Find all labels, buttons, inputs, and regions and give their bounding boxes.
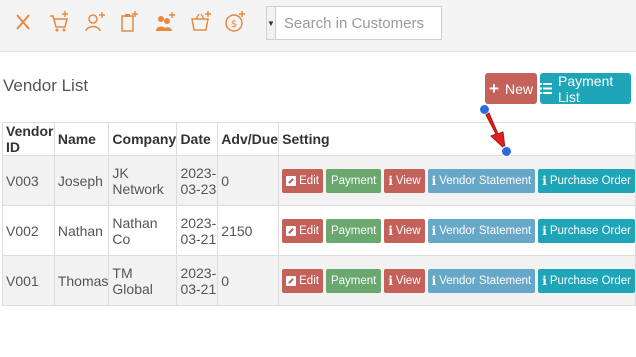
edit-icon — [286, 175, 297, 186]
vendor-statement-button[interactable]: i Vendor Statement — [427, 218, 536, 243]
purchase-order-button[interactable]: i Purchase Order — [538, 268, 635, 293]
vendor-statement-label: Vendor Statement — [439, 274, 532, 287]
view-label: View — [395, 274, 421, 287]
coin-add-icon[interactable]: $ — [224, 9, 246, 35]
search-dropdown[interactable]: ▼ — [267, 7, 276, 39]
search-input[interactable] — [275, 7, 483, 39]
clipboard-add-icon[interactable] — [118, 9, 140, 35]
close-icon[interactable] — [12, 9, 34, 35]
new-button[interactable]: + New — [485, 73, 537, 104]
search-box: ▼ — [266, 6, 483, 40]
purchase-order-label: Purchase Order — [549, 224, 631, 237]
vendor-table: Vendor ID Name Company Date Adv/Due Sett… — [2, 122, 636, 306]
cell-vendor-id: V003 — [2, 155, 55, 206]
plus-icon: + — [489, 79, 499, 98]
vendor-statement-label: Vendor Statement — [439, 224, 532, 237]
cell-setting: Edit Payment i View i Vendor Statement i Pu… — [278, 255, 636, 306]
group-add-icon[interactable] — [154, 9, 176, 35]
table-row: V002 Nathan Nathan Co 2023-03-21 2150 Ed… — [2, 205, 636, 256]
page-title: Vendor List — [3, 76, 89, 95]
col-vendor-id: Vendor ID — [2, 122, 55, 156]
col-company: Company — [108, 122, 178, 156]
cell-date: 2023-03-21 — [176, 205, 219, 256]
cell-name: Joseph — [53, 155, 110, 206]
info-icon: i — [542, 223, 547, 238]
table-header-row: Vendor ID Name Company Date Adv/Due Sett… — [2, 122, 636, 156]
purchase-order-button[interactable]: i Purchase Order — [538, 218, 635, 243]
cell-name: Nathan — [53, 205, 110, 256]
col-date: Date — [176, 122, 219, 156]
view-button[interactable]: i View — [384, 168, 425, 193]
payment-label: Payment — [330, 224, 377, 237]
cell-date: 2023-03-23 — [176, 155, 219, 206]
info-icon: i — [431, 223, 437, 238]
cell-company: TM Global — [108, 255, 178, 306]
payment-list-button[interactable]: Payment List — [540, 72, 631, 105]
col-name: Name — [53, 122, 110, 156]
payment-list-label: Payment List — [558, 72, 614, 105]
info-icon: i — [431, 273, 437, 288]
edit-button[interactable]: Edit — [282, 218, 323, 243]
payment-label: Payment — [330, 274, 377, 287]
cell-company: Nathan Co — [108, 205, 178, 256]
cell-vendor-id: V001 — [2, 255, 55, 306]
edit-label: Edit — [299, 174, 319, 187]
svg-text:$: $ — [231, 19, 237, 30]
payment-label: Payment — [330, 174, 377, 187]
cell-date: 2023-03-21 — [176, 255, 219, 306]
vendor-statement-button[interactable]: i Vendor Statement — [427, 168, 536, 193]
cell-adv-due: 0 — [217, 255, 280, 306]
view-button[interactable]: i View — [384, 218, 425, 243]
purchase-order-label: Purchase Order — [549, 174, 631, 187]
edit-label: Edit — [299, 224, 319, 237]
info-icon: i — [388, 223, 393, 238]
edit-icon — [286, 275, 297, 286]
cell-adv-due: 2150 — [217, 205, 280, 256]
payment-button[interactable]: Payment — [325, 168, 382, 193]
payment-button[interactable]: Payment — [325, 268, 382, 293]
edit-icon — [286, 225, 297, 236]
cell-setting: Edit Payment i View i Vendor Statement i Pu… — [278, 205, 636, 256]
basket-add-icon[interactable] — [190, 9, 212, 35]
top-toolbar: $ ▼ — [0, 0, 636, 52]
edit-label: Edit — [299, 274, 319, 287]
view-button[interactable]: i View — [384, 268, 425, 293]
edit-button[interactable]: Edit — [282, 168, 323, 193]
table-row: V001 Thomas TM Global 2023-03-21 0 Edit … — [2, 255, 636, 306]
vendor-statement-button[interactable]: i Vendor Statement — [427, 268, 536, 293]
info-icon: i — [542, 273, 547, 288]
view-label: View — [395, 174, 421, 187]
edit-button[interactable]: Edit — [282, 268, 323, 293]
info-icon: i — [431, 173, 437, 188]
table-row: V003 Joseph JK Network 2023-03-23 0 Edit… — [2, 155, 636, 206]
vendor-statement-label: Vendor Statement — [439, 174, 532, 187]
cart-add-icon[interactable] — [48, 9, 70, 35]
info-icon: i — [388, 273, 393, 288]
list-icon — [540, 81, 552, 97]
cell-setting: Edit Payment i View i Vendor Statement i Pu… — [278, 155, 636, 206]
cell-name: Thomas — [53, 255, 110, 306]
col-setting: Setting — [278, 122, 636, 156]
view-label: View — [395, 224, 421, 237]
cell-company: JK Network — [108, 155, 178, 206]
purchase-order-button[interactable]: i Purchase Order — [538, 168, 635, 193]
user-add-icon[interactable] — [84, 9, 106, 35]
payment-button[interactable]: Payment — [325, 218, 382, 243]
col-adv-due: Adv/Due — [217, 122, 280, 156]
cell-adv-due: 0 — [217, 155, 280, 206]
info-icon: i — [388, 173, 393, 188]
info-icon: i — [542, 173, 547, 188]
new-button-label: New — [504, 80, 533, 97]
purchase-order-label: Purchase Order — [549, 274, 631, 287]
annotation-handle-end — [501, 146, 512, 157]
cell-vendor-id: V002 — [2, 205, 55, 256]
